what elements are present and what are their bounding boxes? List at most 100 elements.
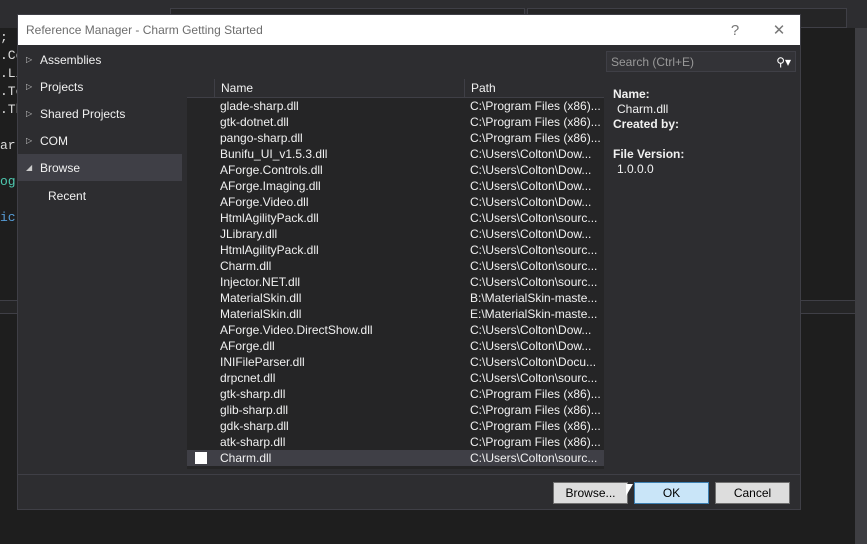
row-name: glade-sharp.dll bbox=[220, 99, 299, 113]
row-checkbox[interactable] bbox=[187, 322, 214, 338]
search-box[interactable]: Search (Ctrl+E) ⚲▾ bbox=[606, 51, 796, 72]
row-checkbox[interactable] bbox=[187, 162, 214, 178]
row-checkbox[interactable] bbox=[187, 434, 214, 450]
column-header-name[interactable]: Name bbox=[214, 79, 464, 97]
table-row[interactable]: MaterialSkin.dll E:\MaterialSkin-maste... bbox=[187, 306, 604, 322]
created-by-label: Created by: bbox=[613, 117, 680, 131]
table-row[interactable]: AForge.Imaging.dll C:\Users\Colton\Dow... bbox=[187, 178, 604, 194]
nav-com[interactable]: ▷ COM bbox=[18, 127, 182, 154]
reference-manager-dialog: Reference Manager - Charm Getting Starte… bbox=[17, 14, 801, 510]
row-path: C:\Users\Colton\sourc... bbox=[470, 211, 598, 225]
footer-divider bbox=[18, 474, 800, 475]
search-icon[interactable]: ⚲▾ bbox=[776, 55, 791, 69]
title-bar: Reference Manager - Charm Getting Starte… bbox=[18, 15, 800, 45]
nav-recent[interactable]: Recent bbox=[18, 181, 182, 211]
row-name: JLibrary.dll bbox=[220, 227, 278, 241]
help-button[interactable]: ? bbox=[718, 15, 752, 45]
row-name: Charm.dll bbox=[220, 451, 272, 465]
file-version-label: File Version: bbox=[613, 147, 685, 161]
reference-list: Name Path glade-sharp.dll C:\Program File… bbox=[187, 79, 604, 469]
table-row[interactable]: Charm.dll C:\Users\Colton\sourc... bbox=[187, 450, 604, 466]
table-row[interactable]: HtmlAgilityPack.dll C:\Users\Colton\sourc… bbox=[187, 210, 604, 226]
table-row[interactable]: AForge.Video.dll C:\Users\Colton\Dow... bbox=[187, 194, 604, 210]
row-checkbox[interactable] bbox=[187, 242, 214, 258]
expand-arrow-icon: ▷ bbox=[26, 136, 33, 145]
row-name: glib-sharp.dll bbox=[220, 403, 289, 417]
table-row[interactable]: HtmlAgilityPack.dll C:\Users\Colton\sourc… bbox=[187, 242, 604, 258]
table-row[interactable]: Injector.NET.dll C:\Users\Colton\sourc... bbox=[187, 274, 604, 290]
cancel-button[interactable]: Cancel bbox=[715, 482, 790, 504]
row-checkbox[interactable] bbox=[187, 274, 214, 290]
expand-arrow-icon: ▷ bbox=[26, 82, 33, 91]
row-path: E:\MaterialSkin-maste... bbox=[470, 307, 598, 321]
row-checkbox[interactable] bbox=[187, 210, 214, 226]
table-row[interactable]: Charm.dll C:\Users\Colton\sourc... bbox=[187, 258, 604, 274]
row-path: C:\Program Files (x86)... bbox=[470, 403, 601, 417]
row-name: HtmlAgilityPack.dll bbox=[220, 211, 319, 225]
table-row[interactable]: AForge.Video.DirectShow.dll C:\Users\Colt… bbox=[187, 322, 604, 338]
row-path: C:\Program Files (x86)... bbox=[470, 419, 601, 433]
row-name: INIFileParser.dll bbox=[220, 355, 305, 369]
row-checkbox[interactable] bbox=[187, 146, 214, 162]
checkbox[interactable] bbox=[194, 452, 207, 464]
row-name: Charm.dll bbox=[220, 259, 272, 273]
row-path: C:\Program Files (x86)... bbox=[470, 387, 601, 401]
table-row[interactable]: Bunifu_UI_v1.5.3.dll C:\Users\Colton\Dow.… bbox=[187, 146, 604, 162]
table-row[interactable]: glib-sharp.dll C:\Program Files (x86)... bbox=[187, 402, 604, 418]
row-path: C:\Program Files (x86)... bbox=[470, 99, 601, 113]
ok-button[interactable]: OK bbox=[634, 482, 709, 504]
table-row[interactable]: glade-sharp.dll C:\Program Files (x86)... bbox=[187, 98, 604, 114]
row-name: drpcnet.dll bbox=[220, 371, 276, 385]
row-checkbox[interactable] bbox=[187, 290, 214, 306]
row-checkbox[interactable] bbox=[187, 130, 214, 146]
row-name: gtk-sharp.dll bbox=[220, 387, 286, 401]
browse-button[interactable]: Browse... bbox=[553, 482, 628, 504]
row-checkbox[interactable] bbox=[187, 354, 214, 370]
row-path: C:\Users\Colton\Dow... bbox=[470, 323, 592, 337]
list-header: Name Path bbox=[187, 79, 604, 98]
row-path: C:\Program Files (x86)... bbox=[470, 115, 601, 129]
row-checkbox[interactable] bbox=[187, 194, 214, 210]
table-row[interactable]: atk-sharp.dll C:\Program Files (x86)... bbox=[187, 434, 604, 450]
row-checkbox[interactable] bbox=[187, 418, 214, 434]
table-row[interactable]: JLibrary.dll C:\Users\Colton\Dow... bbox=[187, 226, 604, 242]
table-row[interactable]: AForge.dll C:\Users\Colton\Dow... bbox=[187, 338, 604, 354]
row-path: C:\Users\Colton\Dow... bbox=[470, 339, 592, 353]
row-checkbox[interactable] bbox=[187, 450, 214, 466]
row-checkbox[interactable] bbox=[187, 370, 214, 386]
collapse-arrow-icon: ◢ bbox=[26, 163, 33, 172]
row-checkbox[interactable] bbox=[187, 386, 214, 402]
nav-assemblies[interactable]: ▷ Assemblies bbox=[18, 46, 182, 73]
row-checkbox[interactable] bbox=[187, 226, 214, 242]
details-panel: Name: Charm.dll Created by: File Version… bbox=[613, 87, 684, 177]
table-row[interactable]: gtk-dotnet.dll C:\Program Files (x86)... bbox=[187, 114, 604, 130]
nav-label: Browse bbox=[40, 160, 81, 175]
nav-browse[interactable]: ◢ Browse bbox=[18, 154, 182, 181]
table-row[interactable]: AForge.Controls.dll C:\Users\Colton\Dow..… bbox=[187, 162, 604, 178]
table-row[interactable]: gtk-sharp.dll C:\Program Files (x86)... bbox=[187, 386, 604, 402]
row-checkbox[interactable] bbox=[187, 338, 214, 354]
checkbox-column-header bbox=[187, 79, 214, 97]
file-version-value: 1.0.0.0 bbox=[617, 162, 654, 176]
table-row[interactable]: pango-sharp.dll C:\Program Files (x86)... bbox=[187, 130, 604, 146]
close-button[interactable]: ✕ bbox=[762, 15, 796, 45]
table-row[interactable]: INIFileParser.dll C:\Users\Colton\Docu... bbox=[187, 354, 604, 370]
row-checkbox[interactable] bbox=[187, 306, 214, 322]
column-header-path[interactable]: Path bbox=[464, 79, 604, 97]
row-path: C:\Users\Colton\sourc... bbox=[470, 243, 598, 257]
table-row[interactable]: drpcnet.dll C:\Users\Colton\sourc... bbox=[187, 370, 604, 386]
table-row[interactable]: MaterialSkin.dll B:\MaterialSkin-maste... bbox=[187, 290, 604, 306]
nav-shared-projects[interactable]: ▷ Shared Projects bbox=[18, 100, 182, 127]
row-checkbox[interactable] bbox=[187, 98, 214, 114]
row-checkbox[interactable] bbox=[187, 258, 214, 274]
expand-arrow-icon: ▷ bbox=[26, 109, 33, 118]
row-checkbox[interactable] bbox=[187, 402, 214, 418]
row-name: MaterialSkin.dll bbox=[220, 307, 302, 321]
row-name: AForge.Video.DirectShow.dll bbox=[220, 323, 373, 337]
row-checkbox[interactable] bbox=[187, 178, 214, 194]
nav-projects[interactable]: ▷ Projects bbox=[18, 73, 182, 100]
ide-scrollbar[interactable] bbox=[855, 28, 867, 544]
row-checkbox[interactable] bbox=[187, 114, 214, 130]
table-row[interactable]: gdk-sharp.dll C:\Program Files (x86)... bbox=[187, 418, 604, 434]
row-name: AForge.Video.dll bbox=[220, 195, 309, 209]
